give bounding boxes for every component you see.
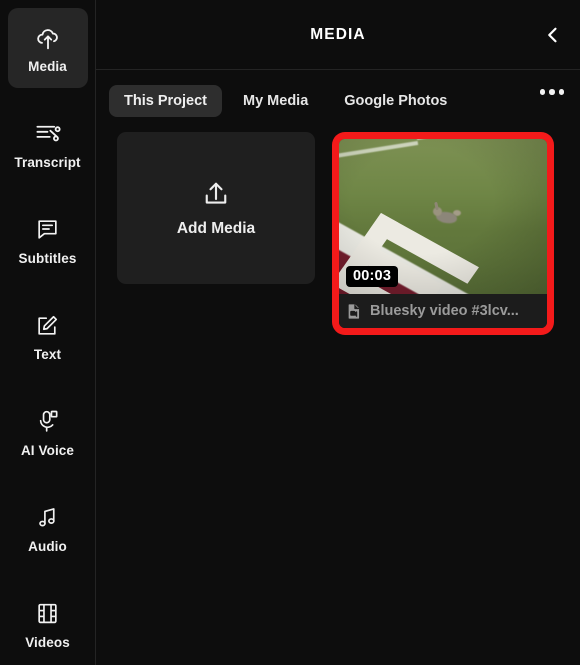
sidebar-item-label: Text (33, 346, 62, 362)
tab-label: My Media (243, 92, 309, 109)
subtitles-icon (35, 215, 60, 245)
media-panel: MEDIA This Project My Media Google Photo… (96, 0, 580, 665)
sidebar-item-label: Transcript (14, 154, 81, 170)
sidebar-item-label: Videos (25, 634, 70, 650)
tab-label: Google Photos (344, 92, 448, 109)
sidebar-item-label: AI Voice (20, 442, 75, 458)
video-file-icon (345, 303, 362, 320)
media-source-tabs: This Project My Media Google Photos (96, 70, 580, 132)
sidebar-item-label: Subtitles (18, 250, 77, 266)
media-panel-app: Media Transcript Subtitles Text AI Voice… (0, 0, 580, 665)
tab-this-project[interactable]: This Project (109, 84, 222, 118)
tab-label: This Project (124, 92, 207, 109)
music-note-icon (35, 503, 60, 533)
more-horizontal-icon[interactable] (537, 81, 567, 103)
sidebar-item-audio[interactable]: Audio (8, 488, 88, 568)
media-item-card[interactable]: 00:03 Bluesky video #3lcv... (339, 139, 547, 328)
tab-my-media[interactable]: My Media (228, 85, 323, 118)
text-edit-icon (35, 311, 60, 341)
page-title: MEDIA (310, 25, 366, 43)
sidebar-item-subtitles[interactable]: Subtitles (8, 200, 88, 280)
media-duration-badge: 00:03 (346, 265, 399, 287)
kebab-dot (558, 89, 565, 95)
panel-header: MEDIA (96, 0, 580, 70)
add-media-button[interactable]: Add Media (117, 132, 315, 284)
sidebar-item-videos[interactable]: Videos (8, 584, 88, 664)
sidebar-item-label: Media (28, 58, 67, 74)
sidebar-item-text[interactable]: Text (8, 296, 88, 376)
cloud-upload-icon (35, 23, 61, 53)
microphone-ai-icon (35, 407, 60, 437)
sidebar-item-ai-voice[interactable]: AI Voice (8, 392, 88, 472)
chevron-left-icon (543, 25, 563, 45)
sidebar-item-label: Audio (28, 538, 67, 554)
media-thumbnail: 00:03 (339, 139, 547, 294)
sidebar-item-media[interactable]: Media (7, 8, 88, 88)
sidebar-item-transcript[interactable]: Transcript (8, 104, 88, 184)
transcript-icon (34, 119, 61, 149)
collapse-panel-button[interactable] (536, 18, 570, 52)
kebab-dot (549, 89, 555, 95)
media-item-meta: Bluesky video #3lcv... (339, 294, 547, 328)
film-strip-icon (35, 599, 60, 629)
kebab-dot (539, 89, 546, 95)
media-item-selection-ring: 00:03 Bluesky video #3lcv... (332, 132, 554, 335)
sidebar: Media Transcript Subtitles Text AI Voice… (0, 0, 96, 665)
media-item-name: Bluesky video #3lcv... (370, 303, 519, 319)
media-grid: Add Media 00:03 Bluesky video #3lcv... (96, 132, 580, 335)
tab-google-photos[interactable]: Google Photos (329, 85, 462, 118)
upload-icon (201, 179, 231, 209)
add-media-label: Add Media (176, 219, 256, 237)
